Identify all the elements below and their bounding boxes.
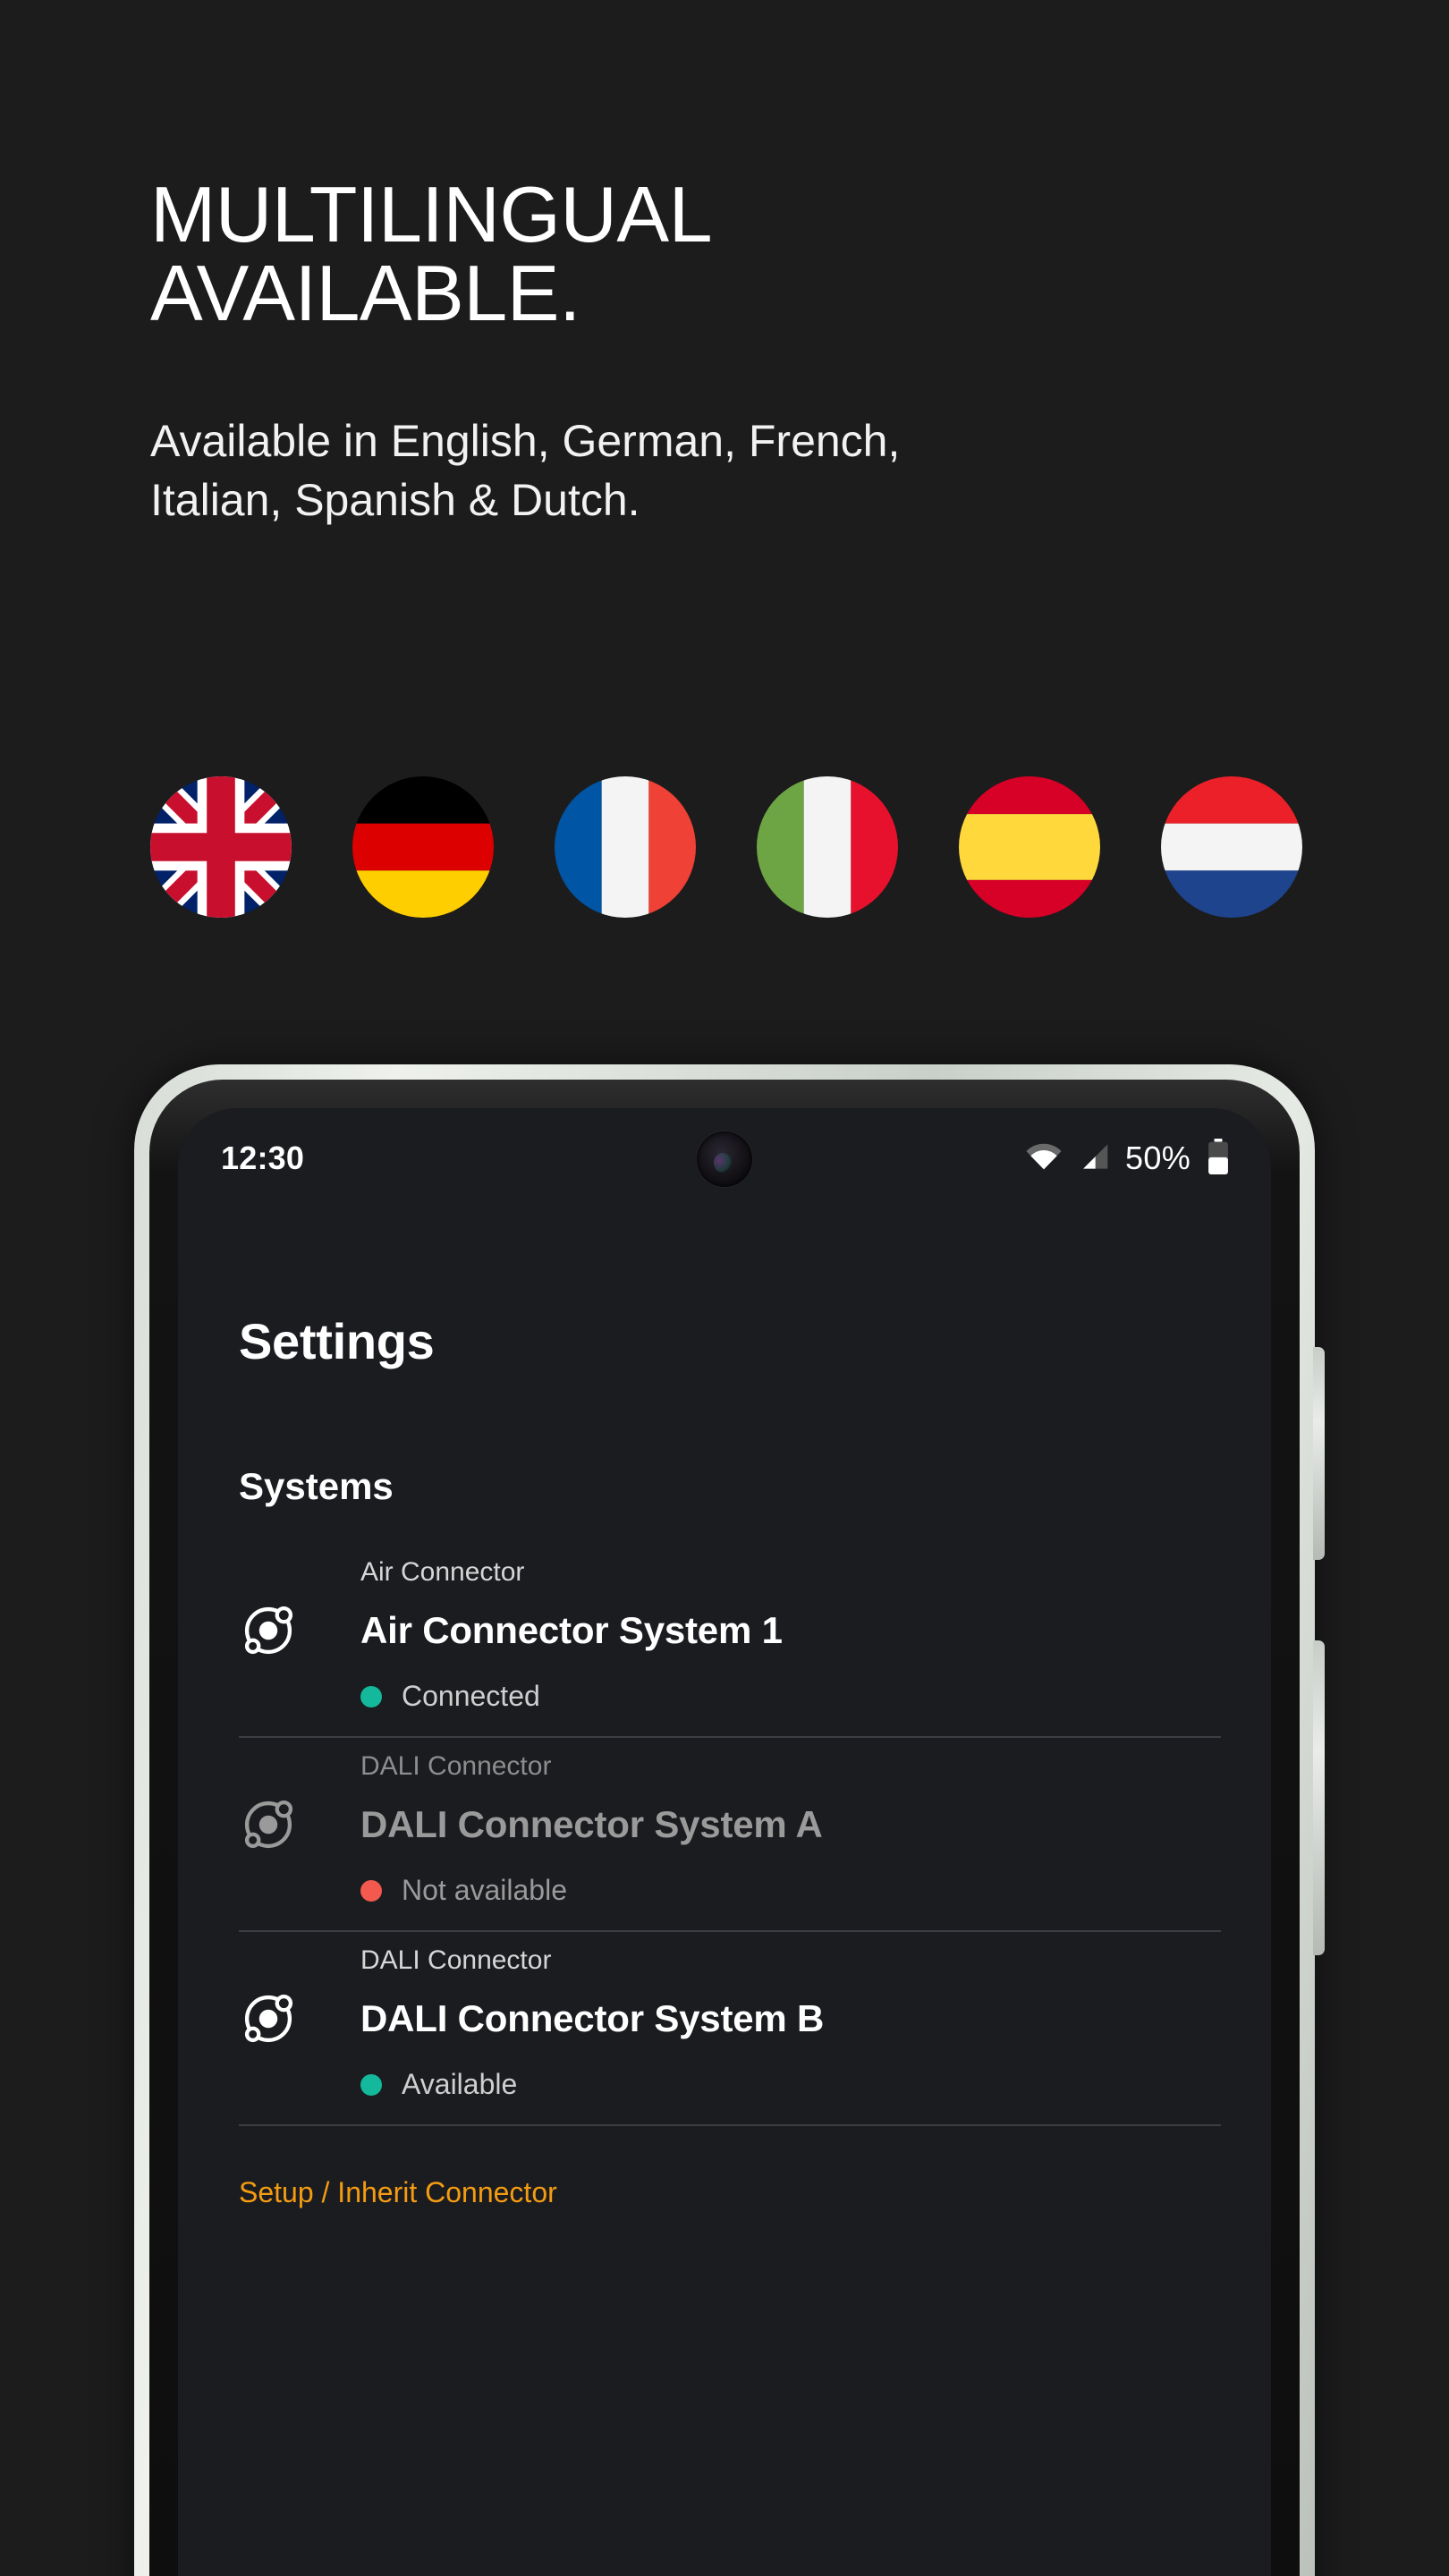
status-dot-connected <box>360 1685 382 1707</box>
page-title: MULTILINGUAL AVAILABLE. <box>150 170 713 337</box>
system-name-label: Air Connector System 1 <box>360 1609 783 1651</box>
wifi-icon <box>1025 1142 1063 1175</box>
system-type-label: DALI Connector <box>360 1751 552 1781</box>
section-header-systems: Systems <box>239 1465 394 1507</box>
promo-page: MULTILINGUAL AVAILABLE. Available in Eng… <box>0 0 1449 2576</box>
status-dot-not-available <box>360 1879 382 1902</box>
connector-orbit-icon <box>239 1989 298 2048</box>
page-subtitle: Available in English, German, French, It… <box>150 416 901 525</box>
flag-icon-netherlands <box>1161 776 1302 918</box>
list-item[interactable]: DALI Connector <box>239 1738 1221 1932</box>
settings-page-title: Settings <box>239 1313 435 1369</box>
system-status: Available <box>239 2068 1221 2101</box>
system-row: DALI Connector System A <box>239 1795 1221 1854</box>
setup-inherit-connector-link[interactable]: Setup / Inherit Connector <box>178 2176 557 2209</box>
battery-percent-label: 50% <box>1125 1140 1191 1176</box>
system-name-label: DALI Connector System B <box>360 1997 825 2039</box>
phone-bezel: 12:30 50% Settings Systems Air Connector… <box>149 1080 1300 2576</box>
status-bar-clock: 12:30 <box>221 1140 305 1176</box>
flag-icon-france <box>555 776 696 918</box>
phone-screen: 12:30 50% Settings Systems Air Connector… <box>178 1108 1271 2576</box>
front-camera-icon <box>697 1131 752 1187</box>
status-bar: 12:30 50% <box>178 1108 1271 1208</box>
system-type-label: Air Connector <box>360 1557 525 1587</box>
volume-rocker-button[interactable] <box>1313 1347 1325 1560</box>
system-name-label: DALI Connector System A <box>360 1803 823 1845</box>
system-row: Air Connector System 1 <box>239 1601 1221 1660</box>
connector-orbit-icon <box>239 1795 298 1854</box>
flag-icon-germany <box>352 776 494 918</box>
system-type-label: DALI Connector <box>360 1945 552 1975</box>
connector-orbit-icon <box>239 1601 298 1660</box>
flag-icon-italy <box>757 776 898 918</box>
system-row: DALI Connector System B <box>239 1989 1221 2048</box>
status-badge: Not available <box>402 1874 567 1906</box>
system-status: Connected <box>239 1680 1221 1713</box>
systems-list: Air Connector Air Connector System 1 Con… <box>178 1544 1271 2126</box>
battery-half-icon <box>1207 1138 1230 1179</box>
status-badge: Connected <box>402 1680 540 1712</box>
status-dot-available <box>360 2073 382 2096</box>
power-button[interactable] <box>1313 1640 1325 1955</box>
promo-header: MULTILINGUAL AVAILABLE. Available in Eng… <box>150 175 1313 530</box>
list-item[interactable]: Air Connector Air Connector System 1 Con… <box>239 1544 1221 1738</box>
language-flag-list <box>150 776 1302 918</box>
phone-mockup: 12:30 50% Settings Systems Air Connector… <box>134 1064 1325 2576</box>
cellular-signal-icon <box>1079 1142 1109 1175</box>
status-badge: Available <box>402 2068 518 2100</box>
status-bar-indicators: 50% <box>1025 1138 1230 1179</box>
flag-icon-united-kingdom <box>150 776 292 918</box>
list-item[interactable]: DALI Connector <box>239 1932 1221 2126</box>
system-status: Not available <box>239 1874 1221 1907</box>
settings-screen: Settings Systems Air Connector Air Conne… <box>178 1208 1271 2576</box>
flag-icon-spain <box>959 776 1100 918</box>
